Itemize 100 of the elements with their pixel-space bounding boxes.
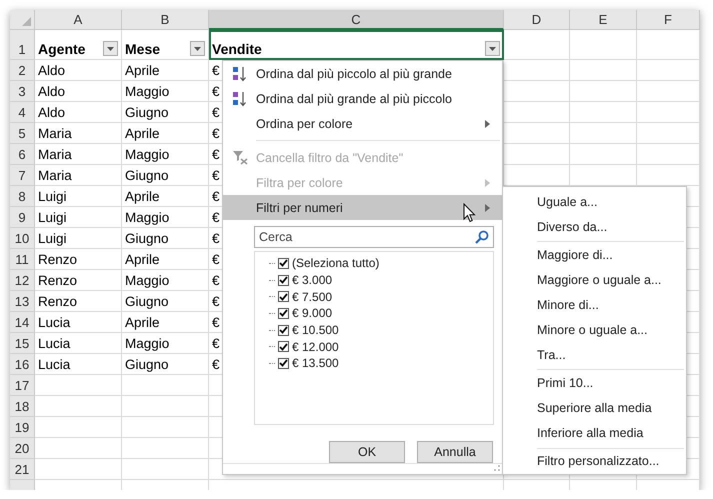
- menu-item[interactable]: Maggiore o uguale a...: [503, 267, 686, 292]
- menu-item[interactable]: Uguale a...: [503, 189, 686, 214]
- row-header[interactable]: 8: [10, 186, 35, 207]
- row-header[interactable]: 15: [10, 333, 35, 354]
- tree-line: [269, 280, 275, 281]
- column-header[interactable]: F: [637, 10, 700, 30]
- empty-cell: [637, 123, 700, 144]
- menu-item[interactable]: Maggiore di...: [503, 242, 686, 268]
- empty-cell: [637, 81, 700, 102]
- table-cell: Aprile: [122, 249, 209, 270]
- row-header[interactable]: 7: [10, 165, 35, 186]
- filter-cell[interactable]: Agente: [35, 30, 122, 60]
- filter-dropdown-button[interactable]: [103, 41, 118, 56]
- table-cell: Maggio: [122, 270, 209, 291]
- row-header[interactable]: 21: [10, 459, 35, 480]
- empty-cell: [570, 144, 637, 165]
- row-header[interactable]: 10: [10, 228, 35, 249]
- row-header[interactable]: 16: [10, 354, 35, 375]
- checkbox[interactable]: [278, 324, 289, 336]
- tree-line: [269, 312, 275, 314]
- checkbox[interactable]: [278, 258, 289, 269]
- table-cell: Giugno: [122, 228, 209, 249]
- resize-grip-icon[interactable]: [494, 465, 500, 472]
- checkbox[interactable]: [278, 358, 289, 369]
- checkbox[interactable]: [278, 308, 289, 319]
- table-cell: Giugno: [122, 165, 209, 186]
- menu-item[interactable]: Minore di...: [503, 292, 686, 318]
- checkbox[interactable]: [278, 341, 289, 352]
- dropdown-arrow-icon: [489, 46, 496, 50]
- filter-dropdown-button[interactable]: [190, 41, 205, 56]
- menu-item[interactable]: Superiore alla media: [503, 396, 686, 421]
- row-header[interactable]: 20: [10, 438, 35, 459]
- table-cell: Aprile: [122, 123, 209, 144]
- row-header[interactable]: 9: [10, 207, 35, 228]
- table-cell: Maria: [35, 165, 122, 186]
- table-cell: Lucia: [35, 333, 122, 354]
- ok-button[interactable]: OK: [329, 441, 405, 464]
- value-label[interactable]: € 3.000: [292, 273, 332, 288]
- column-header[interactable]: D: [504, 10, 570, 30]
- column-header[interactable]: C: [209, 10, 504, 30]
- menu-item[interactable]: Minore o uguale a...: [503, 317, 686, 342]
- cancel-button[interactable]: Annulla: [417, 441, 493, 464]
- column-title: Vendite: [212, 41, 262, 57]
- menu-item[interactable]: Inferiore alla media: [503, 420, 686, 446]
- column-title: Mese: [125, 41, 160, 57]
- table-cell: Renzo: [35, 270, 122, 291]
- empty-cell: [570, 102, 637, 123]
- tree-line: [269, 330, 275, 331]
- row-header[interactable]: 18: [10, 396, 35, 417]
- table-cell: Lucia: [35, 354, 122, 375]
- column-header[interactable]: E: [570, 10, 637, 30]
- table-cell: Lucia: [35, 312, 122, 333]
- table-cell: Giugno: [122, 354, 209, 375]
- checkbox[interactable]: [278, 291, 289, 302]
- value-label[interactable]: (Seleziona tutto): [292, 256, 380, 270]
- table-cell: Aprile: [122, 60, 209, 81]
- empty-cell: [504, 144, 570, 165]
- menu-item[interactable]: Filtro personalizzato...: [503, 448, 686, 474]
- column-title: Agente: [38, 41, 86, 57]
- row-header[interactable]: 4: [10, 102, 35, 123]
- clear-filter-icon: [232, 150, 248, 165]
- menu-item[interactable]: Diverso da...: [503, 214, 686, 239]
- submenu-arrow-icon: [485, 204, 490, 212]
- empty-cell: [504, 81, 570, 102]
- value-label[interactable]: € 7.500: [292, 290, 332, 304]
- filter-cell[interactable]: Mese: [122, 30, 209, 60]
- dropdown-arrow-icon: [194, 46, 201, 50]
- value-label[interactable]: € 12.000: [292, 340, 339, 354]
- active-filter-cell[interactable]: Vendite: [209, 30, 504, 60]
- checkbox[interactable]: [278, 274, 289, 286]
- empty-cell: [504, 60, 570, 81]
- search-icon: [475, 230, 489, 244]
- row-header[interactable]: 14: [10, 312, 35, 333]
- column-header[interactable]: B: [122, 10, 209, 30]
- row-header[interactable]: 17: [10, 375, 35, 396]
- column-header[interactable]: A: [35, 10, 122, 30]
- menu-item[interactable]: Primi 10...: [503, 370, 686, 396]
- row-header[interactable]: 3: [10, 81, 35, 102]
- tree-line: [269, 262, 275, 264]
- dropdown-arrow-icon: [107, 46, 114, 50]
- table-cell: Giugno: [122, 102, 209, 123]
- row-header[interactable]: 2: [10, 60, 35, 81]
- search-field[interactable]: Cerca: [254, 226, 494, 248]
- menu-item[interactable]: Filtri per numeri: [223, 195, 502, 220]
- menu-item[interactable]: Tra...: [503, 342, 686, 368]
- empty-cell: [637, 144, 700, 165]
- empty-cell: [504, 102, 570, 123]
- row-header[interactable]: 13: [10, 291, 35, 312]
- table-cell: Aprile: [122, 312, 209, 333]
- row-header[interactable]: 11: [10, 249, 35, 270]
- row-header[interactable]: 12: [10, 270, 35, 291]
- row-header[interactable]: 19: [10, 417, 35, 438]
- value-label[interactable]: € 13.500: [292, 356, 339, 370]
- corner-triangle-icon: [22, 17, 31, 26]
- filter-dropdown-button[interactable]: [485, 41, 500, 56]
- row-header[interactable]: 1: [10, 30, 35, 60]
- mouse-pointer-icon: [463, 203, 476, 223]
- empty-cell: [570, 81, 637, 102]
- row-header[interactable]: 5: [10, 123, 35, 144]
- row-header[interactable]: 6: [10, 144, 35, 165]
